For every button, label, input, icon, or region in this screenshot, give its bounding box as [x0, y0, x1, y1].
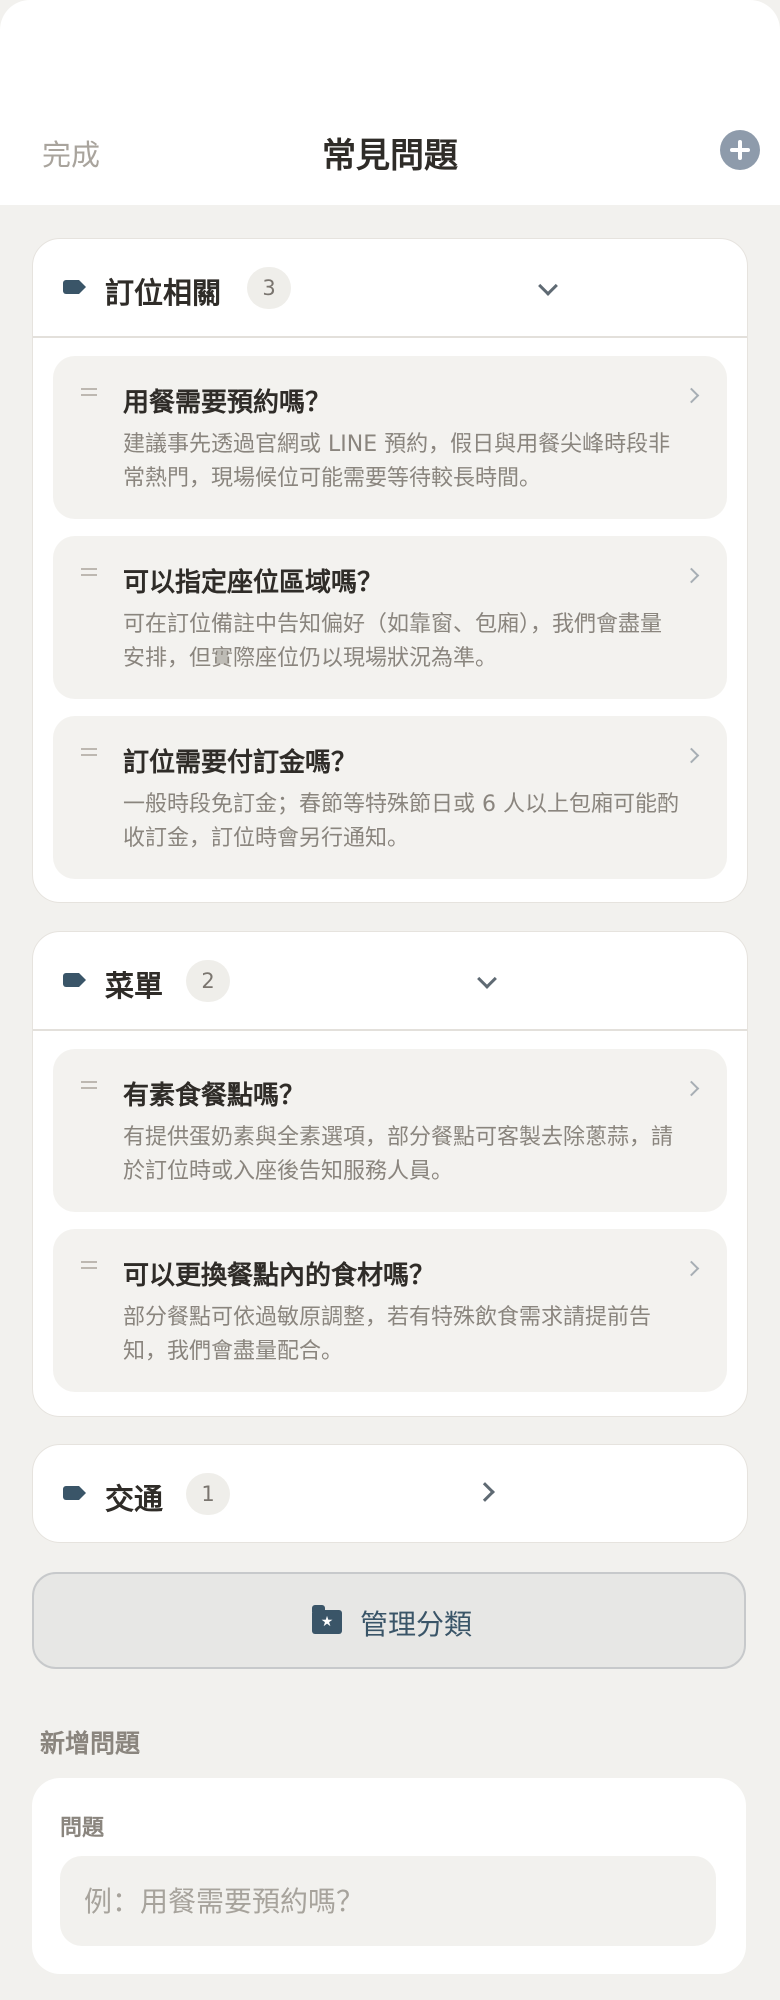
faq-item[interactable]: 用餐需要預約嗎？ 建議事先透過官網或 LINE 預約，假日與用餐尖峰時段非常熱門… — [53, 356, 727, 519]
drag-handle-icon[interactable] — [81, 388, 97, 396]
tag-icon — [63, 1486, 86, 1500]
new-question-section-title: 新增問題 — [40, 1729, 141, 1758]
faq-question: 訂位需要付訂金嗎？ — [123, 748, 358, 778]
drag-handle-icon[interactable] — [81, 1081, 97, 1089]
faq-answer: 可在訂位備註中告知偏好（如靠窗、包廂），我們會盡量安排，但實際座位仍以現場狀況為… — [123, 612, 663, 671]
faq-item[interactable]: 可以指定座位區域嗎？ 可在訂位備註中告知偏好（如靠窗、包廂），我們會盡量安排，但… — [53, 536, 727, 699]
category-name: 訂位相關 — [105, 276, 222, 310]
category-name: 交通 — [105, 1482, 164, 1516]
tag-icon — [63, 973, 86, 987]
faq-answer: 建議事先透過官網或 LINE 預約，假日與用餐尖峰時段非常熱門，現場候位可能需要… — [123, 432, 671, 491]
chevron-right-icon[interactable] — [472, 1471, 502, 1511]
faq-answer: 有提供蛋奶素與全素選項，部分餐點可客製去除蔥蒜，請於訂位時或入座後告知服務人員。 — [123, 1125, 674, 1184]
question-field-label: 問題 — [60, 1816, 105, 1841]
chevron-right-icon[interactable] — [683, 747, 700, 764]
faq-question: 用餐需要預約嗎？ — [123, 388, 332, 418]
page-title: 常見問題 — [322, 136, 458, 176]
category-card-reservation: 訂位相關 3 用餐需要預約嗎？ 建議事先透過官網或 LINE 預約，假日與用餐尖… — [32, 238, 748, 903]
folder-star-icon: ★ — [312, 1605, 342, 1634]
category-name: 菜單 — [105, 969, 164, 1003]
faq-item[interactable]: 有素食餐點嗎？ 有提供蛋奶素與全素選項，部分餐點可客製去除蔥蒜，請於訂位時或入座… — [53, 1049, 727, 1212]
manage-categories-button[interactable]: ★ 管理分類 — [32, 1572, 746, 1669]
faq-item[interactable]: 可以更換餐點內的食材嗎？ 部分餐點可依過敏原調整，若有特殊飲食需求請提前告知，我… — [53, 1229, 727, 1392]
faq-question: 可以指定座位區域嗎？ — [123, 568, 384, 598]
faq-question: 可以更換餐點內的食材嗎？ — [123, 1261, 436, 1291]
chevron-down-icon[interactable] — [533, 265, 563, 305]
chevron-right-icon[interactable] — [683, 387, 700, 404]
add-icon[interactable] — [720, 130, 760, 170]
faq-answer: 一般時段免訂金；春節等特殊節日或 6 人以上包廂可能酌收訂金，訂位時會另行通知。 — [123, 792, 679, 851]
drag-handle-icon[interactable] — [81, 568, 97, 576]
chevron-down-icon[interactable] — [472, 958, 502, 998]
category-header[interactable]: 訂位相關 3 — [33, 239, 747, 338]
faq-item[interactable]: 訂位需要付訂金嗎？ 一般時段免訂金；春節等特殊節日或 6 人以上包廂可能酌收訂金… — [53, 716, 727, 879]
category-count-badge: 3 — [247, 267, 291, 309]
chevron-right-icon[interactable] — [683, 1080, 700, 1097]
modal-header: 完成 常見問題 — [0, 0, 780, 205]
tag-icon — [63, 280, 86, 294]
category-card-menu: 菜單 2 有素食餐點嗎？ 有提供蛋奶素與全素選項，部分餐點可客製去除蔥蒜，請於訂… — [32, 931, 748, 1417]
chevron-right-icon[interactable] — [683, 1260, 700, 1277]
faq-answer: 部分餐點可依過敏原調整，若有特殊飲食需求請提前告知，我們會盡量配合。 — [123, 1305, 652, 1364]
category-count-badge: 2 — [186, 960, 230, 1002]
category-card-transport[interactable]: 交通 1 — [32, 1444, 748, 1543]
drag-handle-icon[interactable] — [81, 1261, 97, 1269]
chevron-right-icon[interactable] — [683, 567, 700, 584]
category-header[interactable]: 菜單 2 — [33, 932, 747, 1031]
faq-question: 有素食餐點嗎？ — [123, 1081, 306, 1111]
new-question-form: 問題 — [32, 1778, 746, 1974]
category-count-badge: 1 — [186, 1473, 230, 1515]
drag-handle-icon[interactable] — [81, 748, 97, 756]
manage-categories-label: 管理分類 — [360, 1608, 473, 1641]
question-input[interactable] — [60, 1856, 716, 1946]
category-header[interactable]: 交通 1 — [33, 1445, 747, 1542]
